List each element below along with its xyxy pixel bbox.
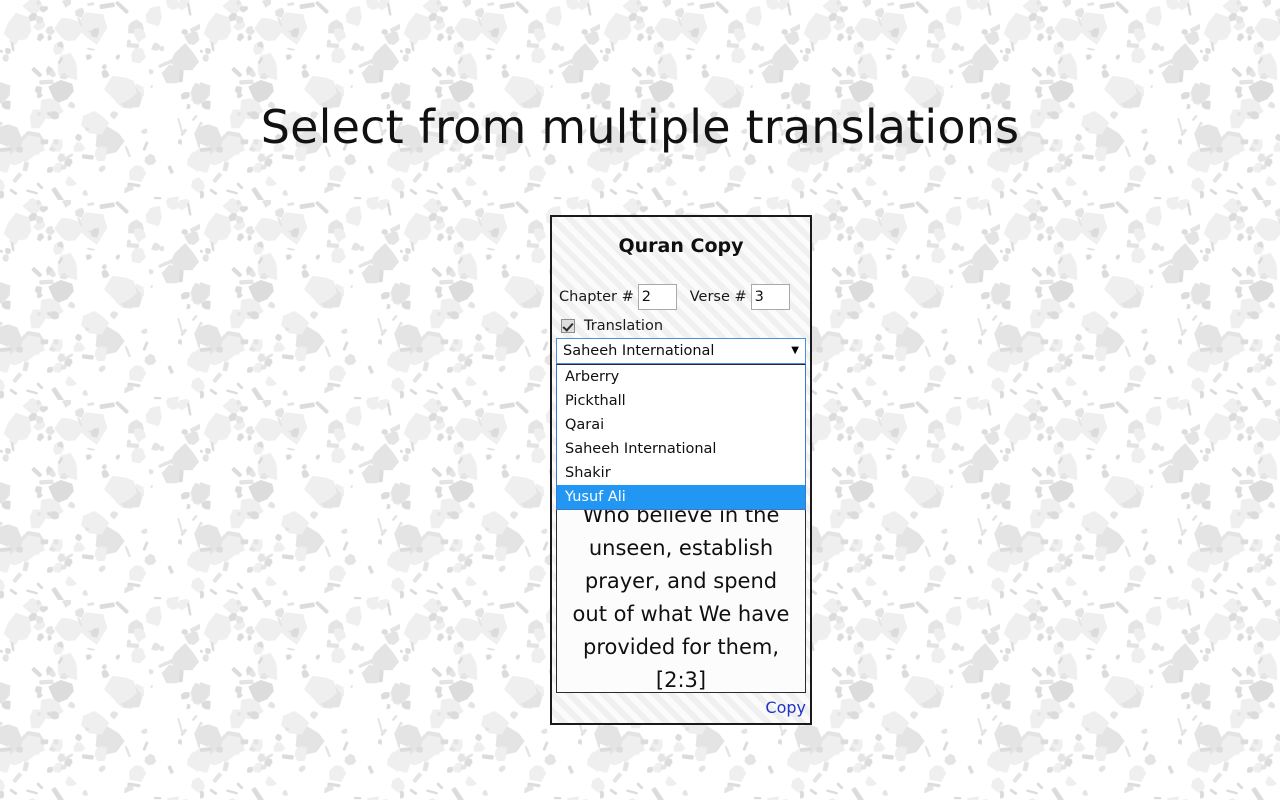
- translation-select[interactable]: Saheeh International ▼: [556, 338, 806, 364]
- quran-copy-popup: Quran Copy Chapter # Verse # Translation…: [550, 215, 812, 725]
- translation-select-value: Saheeh International: [563, 343, 715, 359]
- option-qarai[interactable]: Qarai: [557, 413, 805, 437]
- translation-option-list[interactable]: Arberry Pickthall Qarai Saheeh Internati…: [556, 364, 806, 510]
- chapter-verse-row: Chapter # Verse #: [559, 284, 790, 310]
- chapter-label: Chapter #: [559, 289, 634, 305]
- option-saheeh-international[interactable]: Saheeh International: [557, 437, 805, 461]
- page-title: Select from multiple translations: [260, 100, 1020, 154]
- verse-label: Verse #: [689, 289, 747, 305]
- verse-input[interactable]: [750, 284, 790, 310]
- option-pickthall[interactable]: Pickthall: [557, 389, 805, 413]
- chapter-input[interactable]: [637, 284, 677, 310]
- translation-checkbox-row[interactable]: Translation: [561, 318, 663, 334]
- option-shakir[interactable]: Shakir: [557, 461, 805, 485]
- popup-title: Quran Copy: [618, 235, 744, 257]
- translation-checkbox-label: Translation: [584, 318, 664, 334]
- verse-output-text: Who believe in the unseen, establish pra…: [572, 503, 790, 692]
- checkmark-icon[interactable]: [561, 319, 575, 333]
- verse-output-box: Who believe in the unseen, establish pra…: [556, 495, 806, 693]
- option-arberry[interactable]: Arberry: [557, 365, 805, 389]
- option-yusuf-ali[interactable]: Yusuf Ali: [557, 485, 805, 509]
- chevron-down-icon: ▼: [791, 345, 799, 356]
- copy-link[interactable]: Copy: [765, 697, 806, 719]
